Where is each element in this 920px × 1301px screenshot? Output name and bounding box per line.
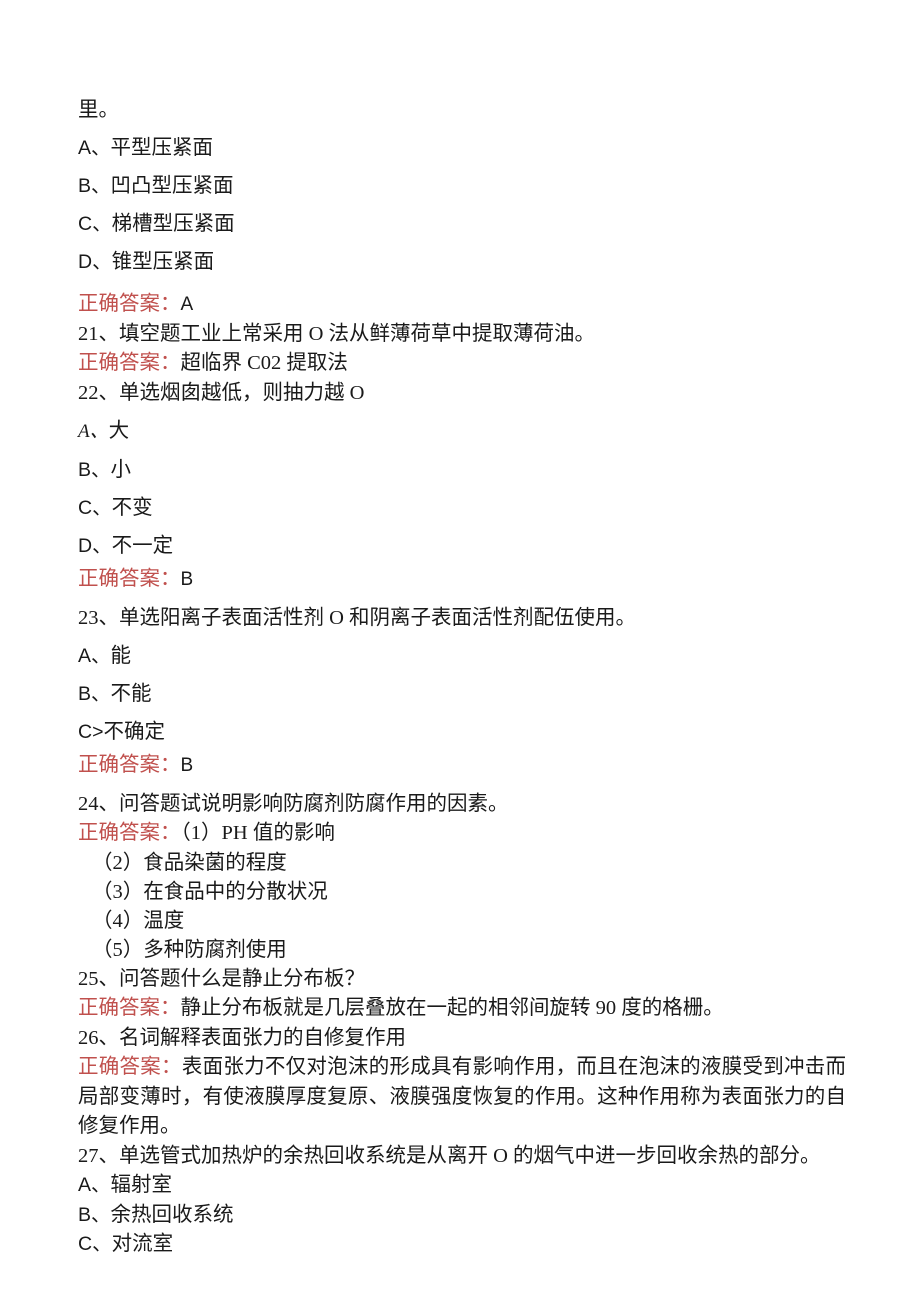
answer-sub-item: （3）在食品中的分散状况 — [92, 880, 328, 903]
question-stem: 24、问答题试说明影响防腐剂防腐作用的因素。 — [78, 792, 509, 815]
option-row: A、大 — [78, 412, 848, 451]
option-letter: B、 — [78, 459, 111, 481]
option-text: 锥型压紧面 — [111, 251, 215, 273]
option-row: A、辐射室 — [78, 1171, 848, 1201]
option-text: 不能 — [110, 683, 152, 705]
option-letter: C、 — [78, 1233, 112, 1255]
answer-label: 正确答案： — [78, 1056, 182, 1078]
option-row: C、对流室 — [78, 1230, 848, 1260]
answer-value: 超临界 C02 提取法 — [180, 352, 348, 374]
option-letter: B、 — [78, 175, 111, 197]
option-letter: A、 — [78, 645, 111, 667]
answer-label: 正确答案： — [78, 997, 181, 1019]
option-text: 平型压紧面 — [110, 137, 214, 159]
answer-sub-item: （2）食品染菌的程度 — [92, 851, 287, 874]
answer-label: 正确答案： — [78, 568, 181, 590]
question-stem: 21、填空题工业上常采用 O 法从鲜薄荷草中提取薄荷油。 — [78, 322, 596, 345]
answer-row: 正确答案：A — [78, 290, 848, 320]
option-text: 对流室 — [111, 1233, 174, 1255]
option-text: 不确定 — [103, 721, 165, 743]
answer-label: 正确答案： — [78, 822, 181, 844]
answer-row: 正确答案：静止分布板就是几层叠放在一起的相邻间旋转 90 度的格栅。 — [78, 994, 848, 1024]
option-row: A、平型压紧面 — [78, 129, 848, 167]
answer-sub-item: （4）温度 — [92, 909, 185, 932]
document-content: 里。 A、平型压紧面 B、凹凸型压紧面 C、梯槽型压紧面 D、锥型压紧面 正确答… — [78, 96, 848, 1260]
question-stem: 22、单选烟囱越低，则抽力越 O — [78, 381, 365, 404]
option-letter: D、 — [78, 535, 112, 557]
option-row: D、不一定 — [78, 527, 848, 565]
document-page: 里。 A、平型压紧面 B、凹凸型压紧面 C、梯槽型压紧面 D、锥型压紧面 正确答… — [0, 0, 920, 1301]
answer-label: 正确答案： — [78, 754, 181, 776]
answer-row: 正确答案：B — [78, 565, 848, 595]
answer-row: 正确答案：（1）PH 值的影响 — [78, 819, 848, 849]
option-row: B、凹凸型压紧面 — [78, 167, 848, 205]
answer-value: （1）PH 值的影响 — [180, 822, 335, 844]
answer-label: 正确答案： — [78, 352, 181, 374]
question-stem: 25、问答题什么是静止分布板？ — [78, 967, 365, 990]
option-letter: D、 — [78, 251, 112, 273]
answer-label: 正确答案： — [78, 293, 181, 315]
option-row: C>不确定 — [78, 713, 848, 751]
option-text: 能 — [110, 645, 132, 667]
option-text: 凹凸型压紧面 — [110, 175, 234, 197]
option-text: 辐射室 — [110, 1174, 173, 1196]
option-row: C、不变 — [78, 489, 848, 527]
option-text: 大 — [108, 420, 130, 442]
question-stem: 27、单选管式加热炉的余热回收系统是从离开 O 的烟气中进一步回收余热的部分。 — [78, 1144, 821, 1167]
option-letter: B、 — [78, 1203, 111, 1226]
answer-row: 正确答案：B — [78, 751, 848, 781]
option-row: D、锥型压紧面 — [78, 243, 848, 281]
option-row: C、梯槽型压紧面 — [78, 205, 848, 243]
option-row: B、不能 — [78, 675, 848, 713]
answer-value: B — [180, 569, 194, 590]
question-stem: 23、单选阳离子表面活性剂 O 和阴离子表面活性剂配伍使用。 — [78, 606, 637, 629]
answer-row: 正确答案：表面张力不仅对泡沫的形成具有影响作用，而且在泡沫的液膜受到冲击而局部变… — [78, 1053, 846, 1142]
option-text: 不一定 — [111, 535, 174, 557]
option-letter: C、 — [78, 497, 112, 519]
option-text: 小 — [110, 459, 132, 481]
carryover-text: 里。 — [78, 99, 119, 121]
option-row: B、余热回收系统 — [78, 1201, 848, 1231]
answer-sub-item: （5）多种防腐剂使用 — [92, 938, 287, 961]
option-row: A、能 — [78, 637, 848, 675]
option-text: 不变 — [111, 497, 153, 519]
answer-row: 正确答案：超临界 C02 提取法 — [78, 349, 848, 379]
question-stem: 26、名词解释表面张力的自修复作用 — [78, 1026, 406, 1049]
option-letter: A、 — [78, 137, 111, 159]
answer-value: 静止分布板就是几层叠放在一起的相邻间旋转 90 度的格栅。 — [180, 997, 724, 1019]
answer-value: B — [180, 755, 194, 776]
option-letter: C> — [78, 721, 104, 743]
option-letter: A、 — [78, 421, 109, 442]
answer-value: A — [180, 294, 194, 315]
option-letter: A、 — [78, 1174, 111, 1196]
answer-value: 表面张力不仅对泡沫的形成具有影响作用，而且在泡沫的液膜受到冲击而局部变薄时，有使… — [78, 1056, 847, 1137]
option-row: B、小 — [78, 451, 848, 489]
option-letter: C、 — [78, 213, 112, 235]
option-text: 余热回收系统 — [110, 1203, 234, 1226]
option-text: 梯槽型压紧面 — [111, 213, 235, 235]
option-letter: B、 — [78, 683, 111, 705]
